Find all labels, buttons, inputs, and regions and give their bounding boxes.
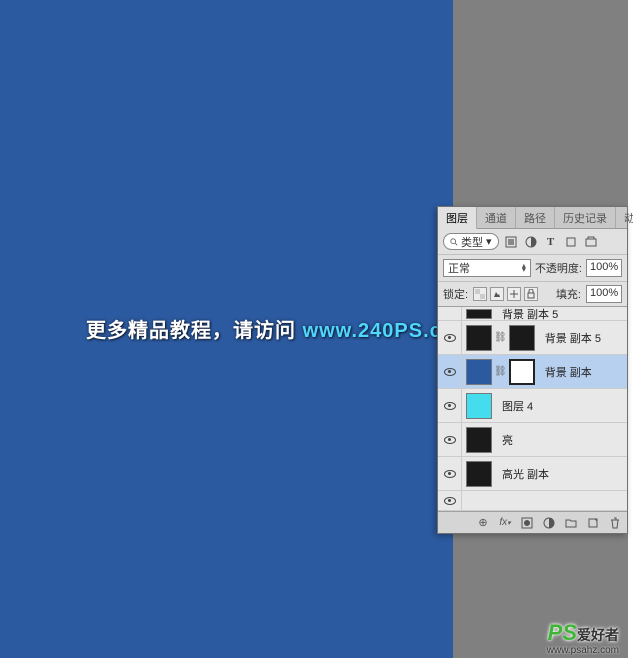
layer-row[interactable]: 背景 副本 5 bbox=[438, 307, 627, 321]
lock-transparent-icon[interactable] bbox=[473, 287, 487, 301]
layer-row[interactable]: ⛓ 背景 副本 bbox=[438, 355, 627, 389]
tab-layers[interactable]: 图层 bbox=[438, 207, 477, 229]
panel-footer: ⊕ fx▾ bbox=[438, 511, 627, 533]
new-layer-icon[interactable] bbox=[586, 516, 600, 530]
lock-label: 锁定: bbox=[443, 286, 468, 302]
chain-icon: ⛓ bbox=[494, 332, 507, 343]
fx-icon[interactable]: fx▾ bbox=[498, 516, 512, 530]
lock-position-icon[interactable] bbox=[507, 287, 521, 301]
layers-list: 背景 副本 5 ⛓ 背景 副本 5 ⛓ 背景 副本 图层 4 bbox=[438, 307, 627, 511]
chain-icon: ⛓ bbox=[494, 366, 507, 377]
layer-thumbnail[interactable] bbox=[466, 393, 492, 419]
watermark-suffix: 爱好者 bbox=[577, 627, 619, 643]
promo-overlay: 更多精品教程，请访问 www.240PS.com bbox=[86, 314, 474, 343]
visibility-toggle[interactable] bbox=[438, 389, 462, 422]
watermark-ps: PS bbox=[548, 620, 577, 645]
eye-icon bbox=[444, 497, 456, 505]
eye-icon bbox=[444, 436, 456, 444]
search-icon bbox=[450, 238, 458, 246]
fill-input[interactable]: 100% bbox=[586, 285, 622, 303]
layer-row[interactable]: 高光 副本 bbox=[438, 457, 627, 491]
filter-adjust-icon[interactable] bbox=[523, 234, 539, 250]
eye-icon bbox=[444, 368, 456, 376]
blend-row: 正常 ▴▾ 不透明度: 100% bbox=[438, 255, 627, 282]
layer-name[interactable]: 背景 副本 5 bbox=[496, 307, 558, 322]
visibility-toggle[interactable] bbox=[438, 491, 462, 510]
tab-channels[interactable]: 通道 bbox=[477, 207, 516, 228]
tab-paths[interactable]: 路径 bbox=[516, 207, 555, 228]
adjustment-layer-icon[interactable] bbox=[542, 516, 556, 530]
blend-mode-value: 正常 bbox=[448, 260, 470, 276]
eye-icon bbox=[444, 402, 456, 410]
layers-panel: 图层 通道 路径 历史记录 动作 类型 ▾ T 正常 ▴▾ 不透明度: 100%… bbox=[437, 206, 628, 534]
filter-type-icon[interactable]: T bbox=[543, 234, 559, 250]
lock-all-icon[interactable] bbox=[524, 287, 538, 301]
filter-type-select[interactable]: 类型 ▾ bbox=[443, 233, 499, 250]
layer-thumbnail[interactable] bbox=[466, 325, 492, 351]
link-layers-icon[interactable]: ⊕ bbox=[476, 516, 490, 530]
layer-row[interactable]: 图层 4 bbox=[438, 389, 627, 423]
lock-row: 锁定: 填充: 100% bbox=[438, 282, 627, 307]
watermark-url: www.psahz.com bbox=[547, 645, 619, 656]
layer-thumbnail[interactable] bbox=[466, 427, 492, 453]
visibility-toggle[interactable] bbox=[438, 423, 462, 456]
filter-row: 类型 ▾ T bbox=[438, 229, 627, 255]
layer-name[interactable]: 图层 4 bbox=[496, 398, 533, 414]
chevron-updown-icon: ▾ bbox=[486, 235, 492, 248]
trash-icon[interactable] bbox=[608, 516, 622, 530]
add-mask-icon[interactable] bbox=[520, 516, 534, 530]
layer-row[interactable]: ⛓ 背景 副本 5 bbox=[438, 321, 627, 355]
layer-thumbnail[interactable] bbox=[466, 461, 492, 487]
opacity-label: 不透明度: bbox=[535, 260, 582, 276]
edge-strip bbox=[628, 0, 633, 658]
visibility-toggle[interactable] bbox=[438, 355, 462, 388]
layer-name[interactable]: 背景 副本 bbox=[539, 364, 592, 380]
filter-label: 类型 bbox=[461, 234, 483, 250]
lock-icons bbox=[473, 287, 538, 301]
visibility-toggle[interactable] bbox=[438, 307, 462, 320]
visibility-toggle[interactable] bbox=[438, 321, 462, 354]
filter-smart-icon[interactable] bbox=[583, 234, 599, 250]
eye-icon bbox=[444, 334, 456, 342]
promo-text-before: 更多精品教程，请访问 bbox=[86, 320, 303, 342]
tab-history[interactable]: 历史记录 bbox=[555, 207, 616, 228]
panel-tabs: 图层 通道 路径 历史记录 动作 bbox=[438, 207, 627, 229]
layer-row[interactable]: 亮 bbox=[438, 423, 627, 457]
chevron-updown-icon: ▴▾ bbox=[522, 264, 526, 272]
group-icon[interactable] bbox=[564, 516, 578, 530]
visibility-toggle[interactable] bbox=[438, 457, 462, 490]
mask-thumbnail[interactable] bbox=[509, 325, 535, 351]
watermark-logo: PS爱好者 bbox=[548, 620, 619, 646]
opacity-input[interactable]: 100% bbox=[586, 259, 622, 277]
layer-row[interactable] bbox=[438, 491, 627, 511]
fill-label: 填充: bbox=[556, 286, 581, 302]
filter-pixel-icon[interactable] bbox=[503, 234, 519, 250]
tab-actions[interactable]: 动作 bbox=[616, 207, 633, 228]
layer-thumbnail[interactable] bbox=[466, 309, 492, 319]
blend-mode-select[interactable]: 正常 ▴▾ bbox=[443, 259, 531, 277]
eye-icon bbox=[444, 470, 456, 478]
lock-image-icon[interactable] bbox=[490, 287, 504, 301]
mask-thumbnail[interactable] bbox=[509, 359, 535, 385]
filter-shape-icon[interactable] bbox=[563, 234, 579, 250]
layer-name[interactable]: 背景 副本 5 bbox=[539, 330, 601, 346]
layer-name[interactable]: 亮 bbox=[496, 432, 513, 448]
layer-name[interactable]: 高光 副本 bbox=[496, 466, 549, 482]
layer-thumbnail[interactable] bbox=[466, 359, 492, 385]
